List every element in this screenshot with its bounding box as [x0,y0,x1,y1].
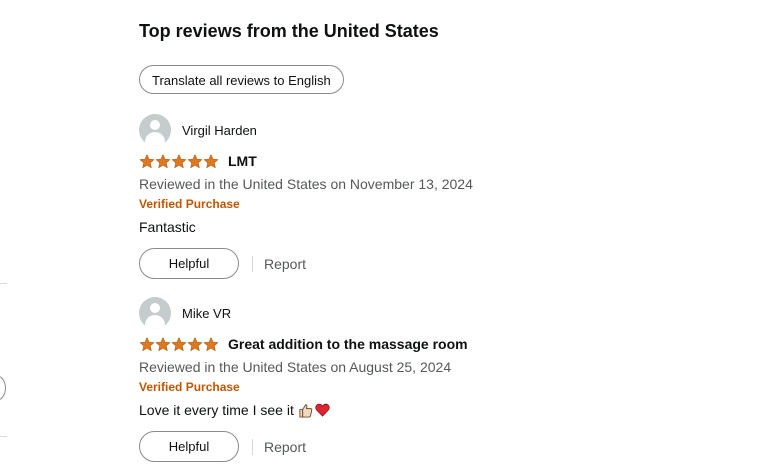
action-separator [252,438,253,455]
helpful-button[interactable]: Helpful [139,248,239,279]
review-body: Love it every time I see it [139,400,699,420]
translate-all-reviews-button[interactable]: Translate all reviews to English [139,65,344,94]
review-text: Love it every time I see it [139,402,294,418]
report-link[interactable]: Report [264,256,306,272]
review-title[interactable]: Great addition to the massage room [228,336,468,352]
avatar [139,114,171,146]
review-body: Fantastic [139,217,699,237]
review-text: Fantastic [139,219,196,235]
review-title[interactable]: LMT [228,153,257,169]
verified-purchase-badge: Verified Purchase [139,197,240,211]
star-icon [139,153,155,168]
star-icon [155,153,171,168]
review-profile[interactable]: Virgil Harden [139,114,699,146]
avatar [139,297,171,329]
star-rating[interactable] [139,153,219,169]
helpful-button[interactable]: Helpful [139,431,239,462]
star-icon [187,153,203,168]
carousel-edge-control[interactable] [0,375,6,401]
edge-divider [0,436,7,437]
verified-purchase-badge: Verified Purchase [139,380,240,394]
review-item: Virgil Harden LMT Reviewed in the United… [139,114,699,279]
reviewer-name[interactable]: Virgil Harden [182,123,257,138]
star-icon [171,336,187,351]
star-icon [203,153,219,168]
section-title: Top reviews from the United States [139,21,439,41]
review-date: Reviewed in the United States on Novembe… [139,176,473,192]
edge-divider [0,283,7,284]
review-item: Mike VR Great addition to the massage ro… [139,297,699,462]
report-link[interactable]: Report [264,439,306,455]
star-icon [187,336,203,351]
review-date: Reviewed in the United States on August … [139,359,452,375]
star-icon [203,336,219,351]
star-icon [171,153,187,168]
reviews-page: Top reviews from the United States Trans… [0,0,779,473]
star-icon [155,336,171,351]
red-heart-icon [315,403,330,417]
thumbs-up-icon [299,403,313,418]
star-rating[interactable] [139,336,219,352]
review-profile[interactable]: Mike VR [139,297,699,329]
star-icon [139,336,155,351]
action-separator [252,255,253,272]
reviewer-name[interactable]: Mike VR [182,306,231,321]
